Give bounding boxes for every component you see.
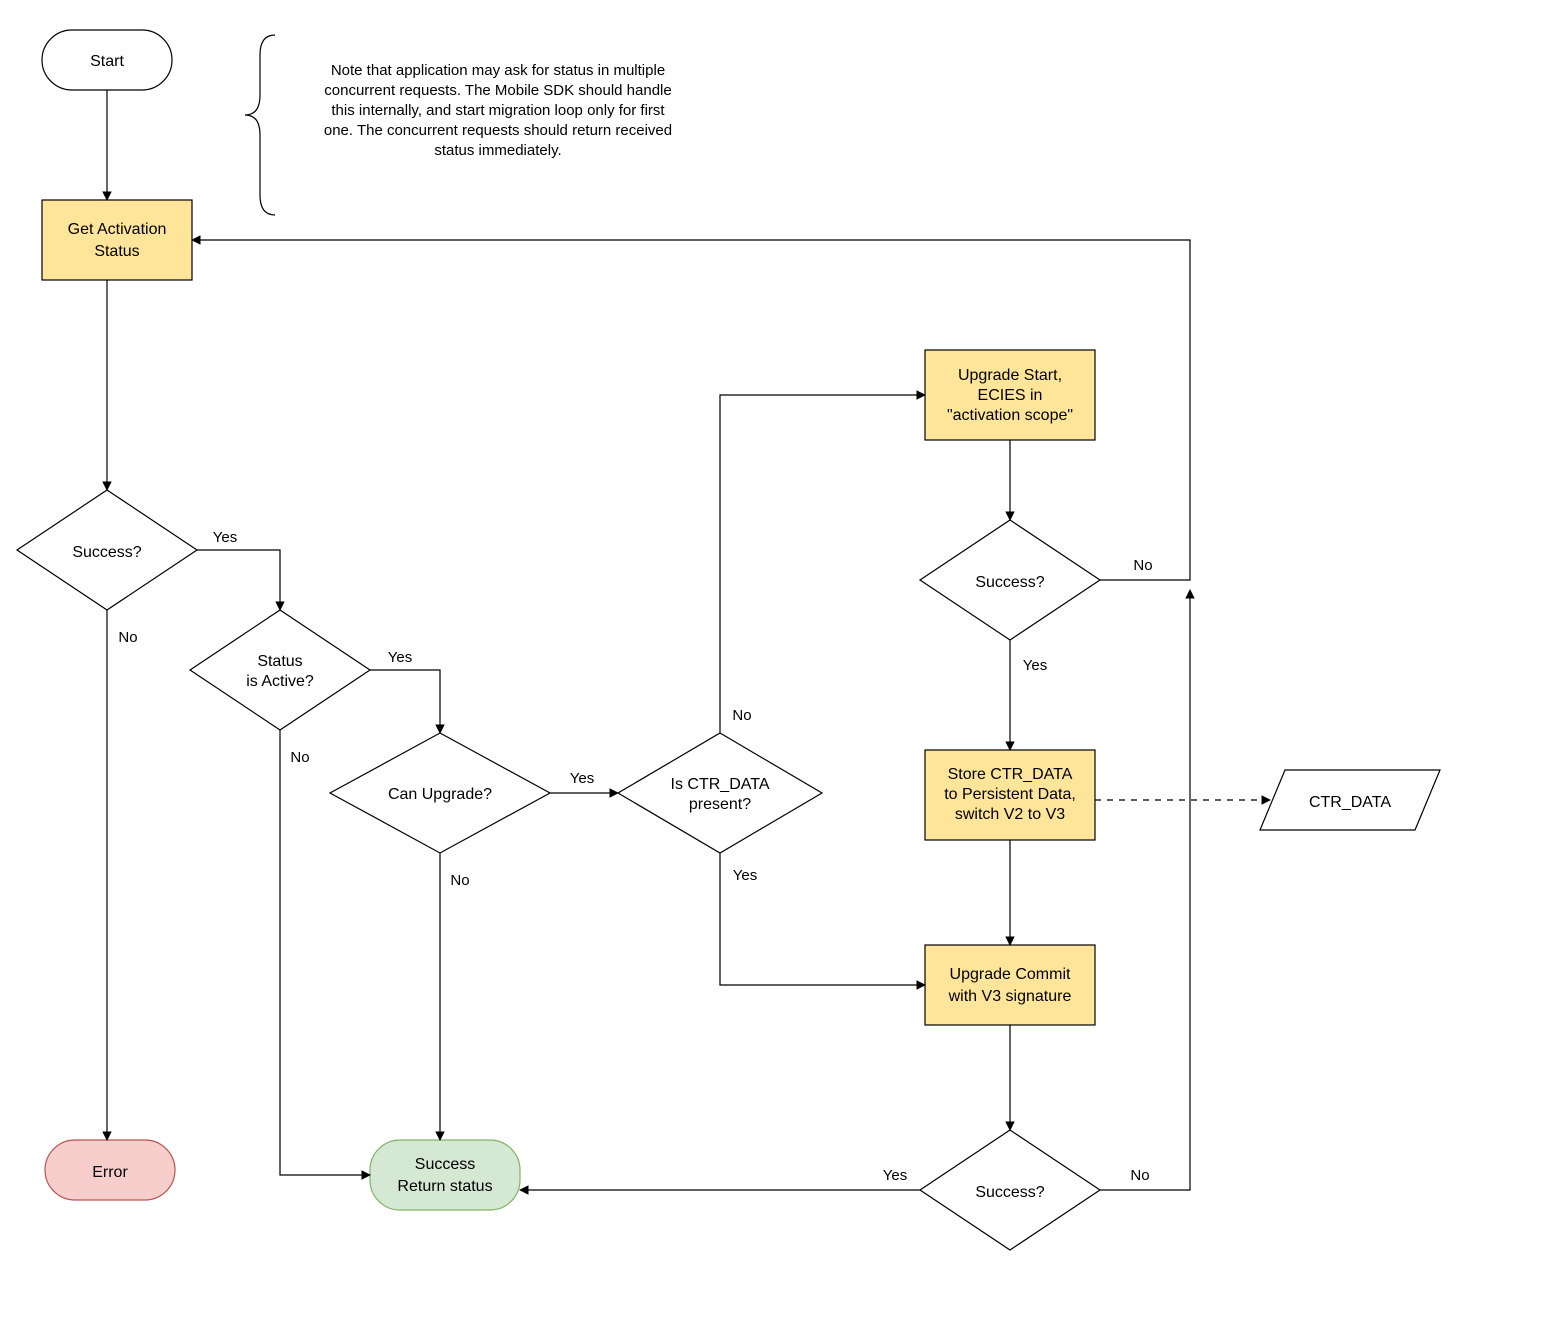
node-get-activation-status: Get Activation Status bbox=[42, 200, 192, 280]
note-text-group: Note that application may ask for status… bbox=[324, 62, 672, 159]
edge-label-success3-no: No bbox=[1130, 1167, 1149, 1184]
start-label: Start bbox=[90, 53, 124, 70]
node-decision-success-3: Success? bbox=[920, 1130, 1100, 1250]
upgrade-start-line1: Upgrade Start, bbox=[958, 367, 1062, 384]
decision-success-3-label: Success? bbox=[975, 1184, 1044, 1201]
success-return-line2: Return status bbox=[397, 1178, 492, 1195]
edge-label-ctrdatapresent-no: No bbox=[732, 707, 751, 724]
get-activation-status-line1: Get Activation bbox=[68, 221, 167, 238]
note-line2: concurrent requests. The Mobile SDK shou… bbox=[324, 82, 671, 99]
edge-ctrdatapresent-no-to-upgradestart bbox=[720, 395, 925, 733]
edge-label-canupgrade-yes: Yes bbox=[570, 770, 594, 787]
node-decision-can-upgrade: Can Upgrade? bbox=[330, 733, 550, 853]
upgrade-start-line2: ECIES in bbox=[978, 387, 1043, 404]
flowchart-canvas: Start Get Activation Status Success? Sta… bbox=[0, 0, 1560, 1340]
node-upgrade-start: Upgrade Start, ECIES in "activation scop… bbox=[925, 350, 1095, 440]
decision-success-2-label: Success? bbox=[975, 574, 1044, 591]
decision-can-upgrade-label: Can Upgrade? bbox=[388, 786, 492, 803]
node-decision-ctr-data-present: Is CTR_DATA present? bbox=[618, 733, 822, 853]
note-line3: this internally, and start migration loo… bbox=[331, 102, 665, 119]
get-activation-status-line2: Status bbox=[94, 243, 139, 260]
node-decision-success-1: Success? bbox=[17, 490, 197, 610]
edge-success3-no-to-loop bbox=[1100, 590, 1190, 1190]
edge-label-success2-yes: Yes bbox=[1023, 657, 1047, 674]
note-line1: Note that application may ask for status… bbox=[331, 62, 665, 79]
node-start: Start bbox=[42, 30, 172, 90]
store-ctr-line2: to Persistent Data, bbox=[944, 786, 1076, 803]
error-label: Error bbox=[92, 1164, 128, 1181]
decision-ctr-data-present-line2: present? bbox=[689, 796, 751, 813]
upgrade-commit-line1: Upgrade Commit bbox=[950, 966, 1071, 983]
edge-label-ctrdatapresent-yes: Yes bbox=[733, 867, 757, 884]
node-success-return: Success Return status bbox=[370, 1140, 520, 1210]
node-error: Error bbox=[45, 1140, 175, 1200]
edge-label-success2-no: No bbox=[1133, 557, 1152, 574]
note-line5: status immediately. bbox=[434, 142, 561, 159]
store-ctr-line3: switch V2 to V3 bbox=[955, 806, 1065, 823]
decision-success-1-label: Success? bbox=[72, 544, 141, 561]
edge-label-success1-yes: Yes bbox=[213, 529, 237, 546]
node-store-ctr-data: Store CTR_DATA to Persistent Data, switc… bbox=[925, 750, 1095, 840]
edge-label-canupgrade-no: No bbox=[450, 872, 469, 889]
edge-label-statusactive-no: No bbox=[290, 749, 309, 766]
success-return-line1: Success bbox=[415, 1156, 475, 1173]
upgrade-commit-line2: with V3 signature bbox=[948, 988, 1072, 1005]
decision-status-active-line2: is Active? bbox=[246, 673, 314, 690]
edge-statusactive-yes-to-canupgrade bbox=[370, 670, 440, 733]
node-upgrade-commit: Upgrade Commit with V3 signature bbox=[925, 945, 1095, 1025]
store-ctr-line1: Store CTR_DATA bbox=[948, 766, 1073, 783]
ctr-data-label: CTR_DATA bbox=[1309, 794, 1391, 811]
edge-label-success1-no: No bbox=[118, 629, 137, 646]
note-line4: one. The concurrent requests should retu… bbox=[324, 122, 672, 139]
edge-label-statusactive-yes: Yes bbox=[388, 649, 412, 666]
note-brace bbox=[245, 35, 275, 215]
edge-label-success3-yes: Yes bbox=[883, 1167, 907, 1184]
decision-ctr-data-present-line1: Is CTR_DATA bbox=[671, 776, 770, 793]
node-ctr-data: CTR_DATA bbox=[1260, 770, 1440, 830]
node-decision-success-2: Success? bbox=[920, 520, 1100, 640]
upgrade-start-line3: "activation scope" bbox=[947, 407, 1073, 424]
node-decision-status-active: Status is Active? bbox=[190, 610, 370, 730]
decision-status-active-line1: Status bbox=[257, 653, 302, 670]
edge-success1-yes-to-statusactive bbox=[197, 550, 280, 610]
